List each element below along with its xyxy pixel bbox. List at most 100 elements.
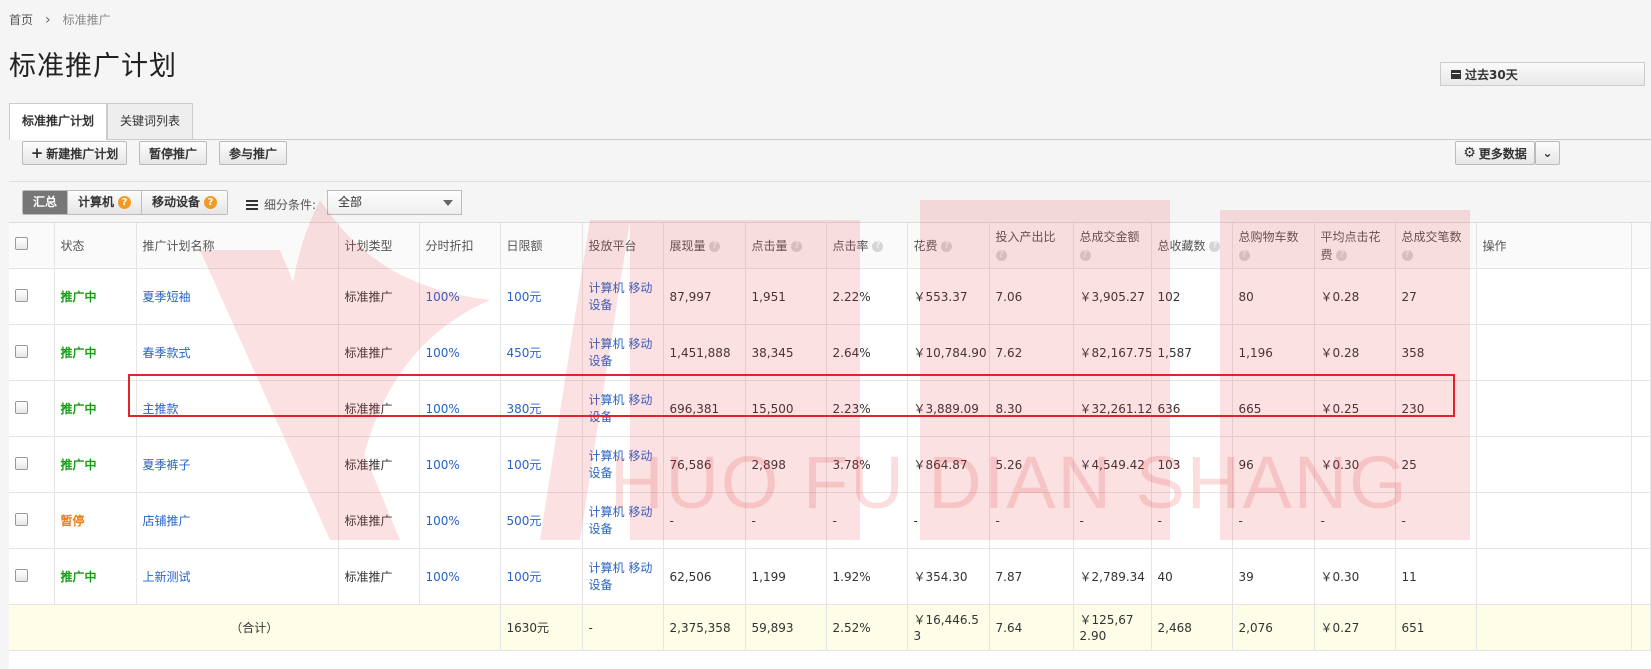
plus-icon: + [30, 144, 44, 162]
row-discount: 100% [419, 548, 501, 605]
caret-down-icon [443, 200, 453, 206]
platform-link[interactable]: 计算机 移动设备 [589, 281, 653, 312]
limit-link[interactable]: 450元 [507, 346, 542, 360]
row-ctr: 2.23% [826, 380, 908, 437]
col-clicks-label: 点击量 [751, 238, 788, 253]
row-cost: ￥3,889.09 [907, 380, 990, 437]
help-icon[interactable]: ? [1209, 240, 1221, 252]
segment-mobile[interactable]: 移动设备? [142, 191, 228, 214]
total-roi: 7.64 [989, 604, 1074, 651]
discount-link[interactable]: 100% [426, 290, 460, 304]
row-checkbox[interactable] [15, 344, 28, 358]
row-cost: ￥553.37 [907, 268, 990, 325]
row-cpc: ￥0.25 [1314, 380, 1396, 437]
row-fav: 636 [1151, 380, 1233, 437]
select-all-checkbox[interactable] [15, 236, 28, 250]
row-limit: 100元 [500, 548, 583, 605]
row-filler [1631, 492, 1651, 549]
help-icon[interactable]: ? [1336, 249, 1348, 261]
platform-link[interactable]: 计算机 移动设备 [589, 393, 653, 424]
col-status: 状态 [54, 223, 137, 269]
help-icon[interactable]: ? [791, 240, 803, 252]
help-icon[interactable]: ? [872, 240, 884, 252]
row-actions [1476, 268, 1632, 325]
platform-link[interactable]: 计算机 移动设备 [589, 449, 653, 480]
help-icon[interactable]: ? [1079, 249, 1091, 261]
plan-name-link[interactable]: 夏季裤子 [143, 458, 191, 472]
discount-link[interactable]: 100% [426, 346, 460, 360]
table-row: 推广中 夏季短袖 标准推广 100% 100元 计算机 移动设备 87,997 1,951 2.… [9, 268, 1651, 325]
row-gmv: ￥32,261.12 [1073, 380, 1152, 437]
condition-select[interactable]: 全部 [327, 190, 462, 215]
row-orders: 11 [1395, 548, 1477, 605]
limit-link[interactable]: 100元 [507, 290, 542, 304]
row-roi: 8.30 [989, 380, 1074, 437]
row-orders: 358 [1395, 324, 1477, 381]
plan-name-link[interactable]: 春季款式 [143, 346, 191, 360]
help-icon[interactable]: ? [118, 196, 132, 209]
limit-link[interactable]: 100元 [507, 458, 542, 472]
row-checkbox[interactable] [15, 512, 28, 526]
new-plan-label: 新建推广计划 [46, 146, 119, 161]
discount-link[interactable]: 100% [426, 402, 460, 416]
row-fav: 1,587 [1151, 324, 1233, 381]
row-roi: 7.87 [989, 548, 1074, 605]
more-data-dropdown[interactable]: ⌄ [1535, 141, 1560, 165]
row-actions [1476, 324, 1632, 381]
join-button[interactable]: 参与推广 [219, 141, 287, 165]
total-platform: - [582, 604, 664, 651]
pause-button[interactable]: 暂停推广 [139, 141, 207, 165]
row-checkbox[interactable] [15, 400, 28, 414]
help-icon[interactable]: ? [709, 240, 721, 252]
date-range-button[interactable]: 过去30天 [1440, 62, 1645, 86]
row-checkbox[interactable] [15, 456, 28, 470]
platform-link[interactable]: 计算机 移动设备 [589, 561, 653, 592]
breadcrumb-home[interactable]: 首页 [9, 11, 33, 28]
help-icon[interactable]: ? [995, 249, 1007, 261]
more-data-button[interactable]: ⚙ 更多数据 [1455, 141, 1535, 165]
platform-link[interactable]: 计算机 移动设备 [589, 505, 653, 536]
tab-keyword-list[interactable]: 关键词列表 [107, 103, 194, 139]
row-cart: 665 [1232, 380, 1315, 437]
row-impressions: 76,586 [663, 436, 746, 493]
help-icon[interactable]: ? [1401, 249, 1413, 261]
tab-standard-plans[interactable]: 标准推广计划 [9, 103, 108, 140]
help-icon[interactable]: ? [1238, 249, 1250, 261]
row-ctr: - [826, 492, 908, 549]
limit-link[interactable]: 380元 [507, 402, 542, 416]
plan-name-link[interactable]: 夏季短袖 [143, 290, 191, 304]
row-select-cell [9, 436, 55, 493]
help-icon[interactable]: ? [941, 240, 953, 252]
col-cpc-label: 平均点击花费 [1320, 229, 1381, 262]
help-icon[interactable]: ? [204, 196, 218, 209]
row-gmv: ￥82,167.75 [1073, 324, 1152, 381]
segment-computer[interactable]: 计算机? [68, 191, 143, 214]
plan-name-link[interactable]: 上新测试 [143, 570, 191, 584]
limit-link[interactable]: 500元 [507, 514, 542, 528]
row-platform: 计算机 移动设备 [582, 268, 664, 325]
discount-link[interactable]: 100% [426, 570, 460, 584]
plan-name-link[interactable]: 店铺推广 [143, 514, 191, 528]
segment-computer-label: 计算机 [78, 195, 115, 209]
plan-name-link[interactable]: 主推款 [143, 402, 179, 416]
discount-link[interactable]: 100% [426, 514, 460, 528]
chevron-right-icon: › [45, 11, 51, 28]
platform-link[interactable]: 计算机 移动设备 [589, 337, 653, 368]
new-plan-button[interactable]: + 新建推广计划 [22, 141, 127, 165]
discount-link[interactable]: 100% [426, 458, 460, 472]
row-cpc: ￥0.30 [1314, 548, 1396, 605]
segment-summary[interactable]: 汇总 [23, 191, 69, 214]
limit-link[interactable]: 100元 [507, 570, 542, 584]
row-checkbox[interactable] [15, 288, 28, 302]
col-filler [1631, 223, 1651, 269]
row-gmv: - [1073, 492, 1152, 549]
list-icon [246, 199, 258, 210]
total-filler [1631, 604, 1651, 651]
total-actions [1476, 604, 1632, 651]
row-roi: 7.62 [989, 324, 1074, 381]
row-cpc: ￥0.28 [1314, 268, 1396, 325]
row-plan-name: 店铺推广 [136, 492, 339, 549]
row-checkbox[interactable] [15, 568, 28, 582]
row-impressions: 62,506 [663, 548, 746, 605]
table-row: 推广中 夏季裤子 标准推广 100% 100元 计算机 移动设备 76,586 2,898 3.… [9, 436, 1651, 493]
